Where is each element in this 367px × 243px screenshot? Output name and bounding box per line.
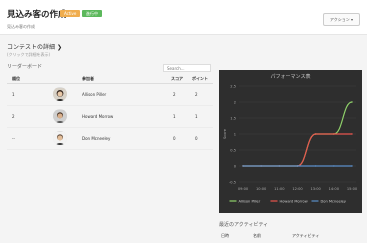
data-point	[333, 133, 335, 135]
y-tick-label: -0.5	[229, 181, 236, 185]
data-point	[260, 165, 262, 167]
data-point	[314, 165, 317, 167]
page-header: 見込み客の作成 Active 進行中 見込み客の作成 アクション ▾	[0, 0, 367, 35]
avatar	[53, 109, 67, 123]
chevron-right-icon: ❯	[57, 44, 63, 51]
data-point	[351, 133, 353, 135]
data-point	[296, 165, 299, 167]
x-tick-label: 12:00	[292, 187, 303, 191]
column-header-points[interactable]: ポイント	[192, 76, 208, 82]
x-tick-label: 14:00	[329, 187, 340, 191]
rank-cell: 1	[12, 92, 15, 97]
leaderboard-table: 順位 参加者 スコア ポイント 1 Allison Piller 2 2 2 H…	[7, 74, 213, 150]
x-tick-label: 11:00	[274, 187, 285, 191]
status-badge-in-progress: 進行中	[82, 10, 102, 17]
actions-dropdown-button[interactable]: アクション ▾	[322, 13, 360, 26]
activity-column-name[interactable]: 名前	[253, 233, 261, 239]
legend-label: Don Mcneeley	[321, 199, 347, 203]
column-header-rank[interactable]: 順位	[12, 76, 20, 82]
column-header-score[interactable]: スコア	[171, 76, 183, 82]
data-point	[278, 165, 281, 167]
rank-cell: --	[12, 136, 15, 141]
x-tick-label: 13:00	[310, 187, 321, 191]
data-point	[242, 165, 244, 167]
activity-column-activity[interactable]: アクティビティ	[292, 233, 319, 239]
avatar	[53, 131, 67, 145]
participant-name: Don Mcneeley	[82, 136, 111, 141]
x-tick-label: 15:00	[347, 187, 358, 191]
page-title: 見込み客の作成	[7, 10, 67, 20]
table-row[interactable]: 1 Allison Piller 2 2	[7, 84, 213, 106]
recent-activity-title: 最近のアクティビティ	[219, 222, 269, 228]
table-row[interactable]: 2 Howard Morrow 1 1	[7, 106, 213, 128]
data-point	[314, 133, 317, 135]
score-cell: 1	[173, 114, 176, 119]
performance-chart-panel: パフォーマンス表 -0.5 0 0.5 1 1.5 2 2.5 Score 09:00 10:00…	[219, 70, 362, 213]
breadcrumb[interactable]: 見込み客の作成	[7, 24, 35, 30]
y-axis-label: Score	[223, 128, 227, 139]
y-tick-label: 0	[234, 165, 237, 169]
contest-details-toggle[interactable]: コンテストの詳細 ❯	[7, 42, 62, 51]
leaderboard-search-input[interactable]	[163, 64, 211, 72]
x-tick-label: 09:00	[238, 187, 249, 191]
avatar	[53, 87, 67, 101]
points-cell: 2	[195, 92, 198, 97]
leaderboard-header-row: 順位 参加者 スコア ポイント	[7, 74, 213, 84]
column-header-participant[interactable]: 参加者	[82, 76, 94, 82]
leaderboard-title: リーダーボード	[7, 64, 43, 70]
activity-column-date[interactable]: 日時	[221, 233, 229, 239]
status-badge-active: Active	[60, 10, 81, 17]
score-cell: 0	[173, 136, 176, 141]
contest-details-label: コンテストの詳細	[7, 44, 56, 51]
contest-details-hint: (クリックで詳細を表示)	[7, 52, 51, 57]
y-tick-label: 0.5	[230, 149, 236, 153]
x-tick-label: 10:00	[256, 187, 267, 191]
data-point	[351, 165, 353, 167]
y-tick-label: 1	[234, 133, 236, 137]
score-cell: 2	[173, 92, 176, 97]
legend-label: Allison Piller	[239, 199, 261, 203]
table-row[interactable]: -- Don Mcneeley 0 0	[7, 128, 213, 150]
legend-label: Howard Morrow	[280, 199, 308, 203]
points-cell: 0	[195, 136, 198, 141]
data-point	[351, 101, 353, 103]
y-tick-label: 2.5	[230, 85, 236, 89]
performance-chart: -0.5 0 0.5 1 1.5 2 2.5 Score 09:00 10:00 11:00 12:0…	[223, 85, 358, 204]
participant-name: Allison Piller	[82, 92, 107, 97]
rank-cell: 2	[12, 114, 15, 119]
points-cell: 1	[195, 114, 198, 119]
data-point	[333, 165, 335, 167]
participant-name: Howard Morrow	[82, 114, 114, 119]
y-tick-label: 1.5	[230, 117, 236, 121]
y-tick-label: 2	[234, 101, 236, 105]
